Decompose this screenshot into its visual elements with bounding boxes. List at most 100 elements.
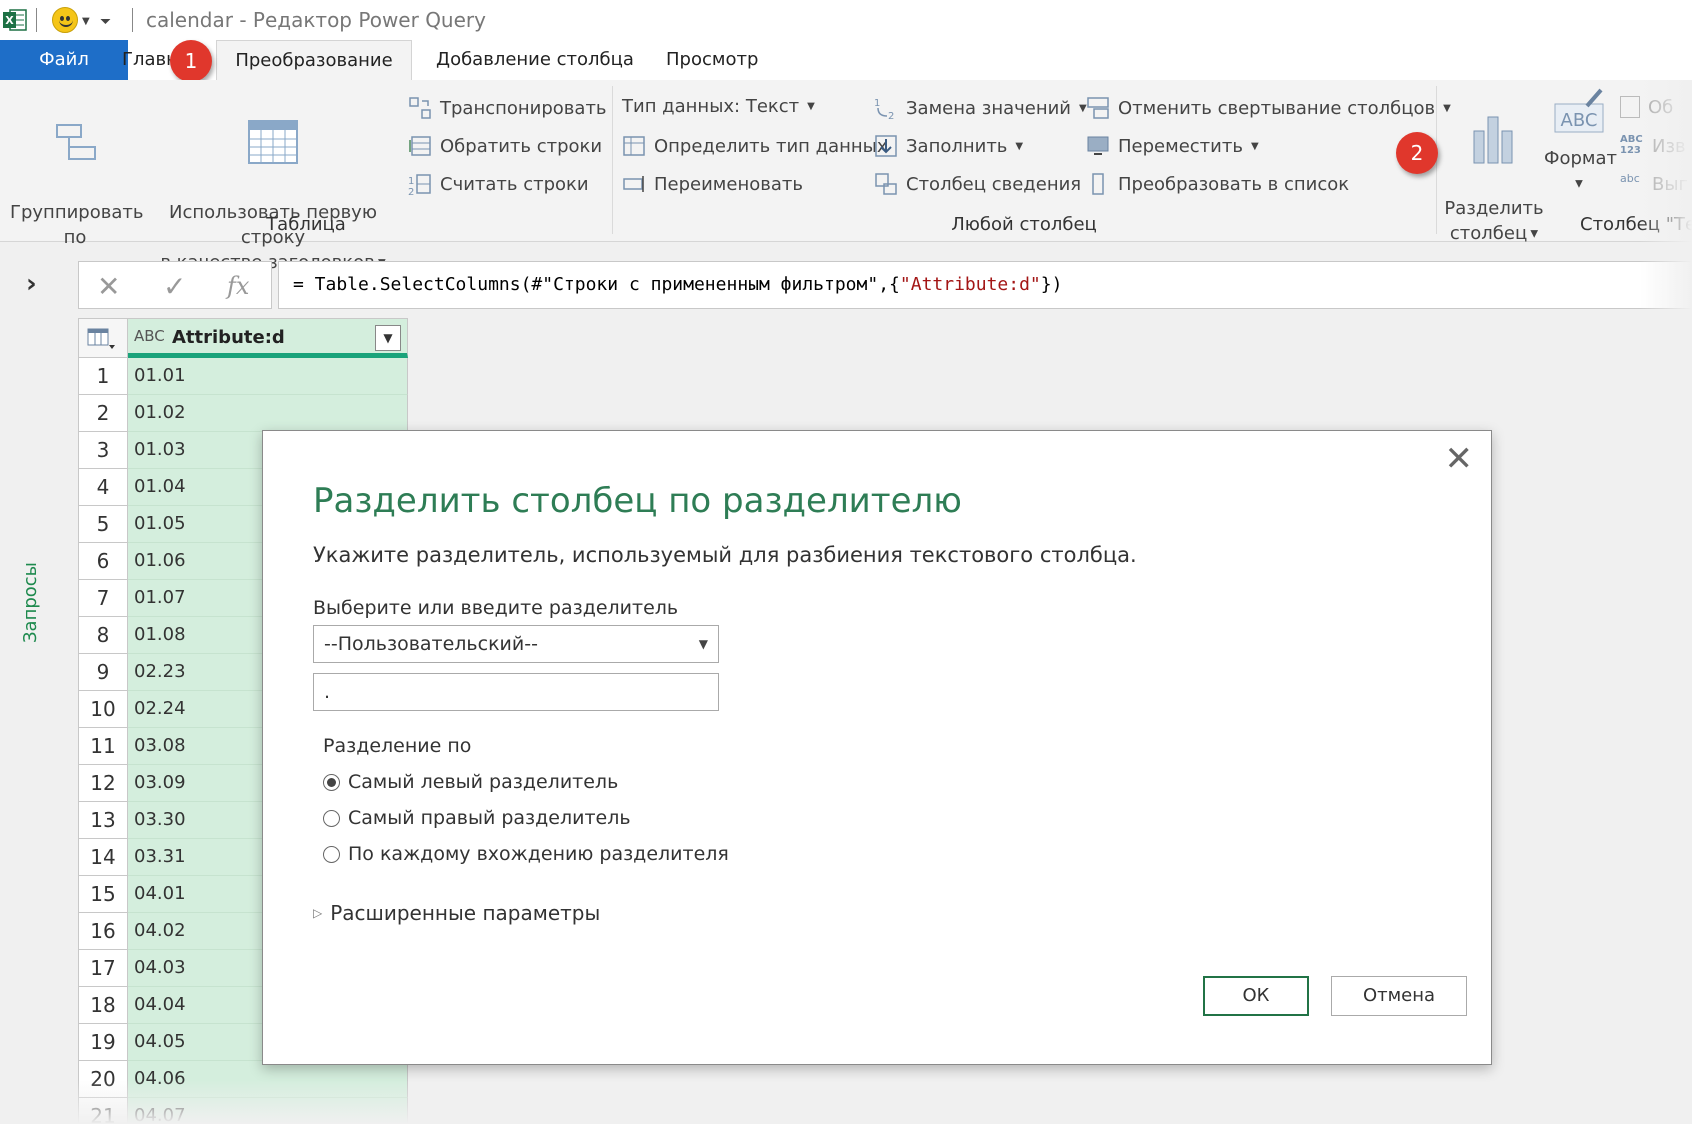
row-number[interactable]: 13	[78, 802, 128, 839]
chevron-down-icon: ▼	[698, 637, 708, 651]
count-rows-label: Считать строки	[440, 173, 589, 195]
radio-leftmost-label: Самый левый разделитель	[348, 771, 619, 793]
fill-label: Заполнить	[906, 135, 1008, 157]
row-number[interactable]: 14	[78, 839, 128, 876]
step-badge-2: 2	[1396, 132, 1438, 174]
row-number[interactable]: 17	[78, 950, 128, 987]
to-list-button[interactable]: Преобразовать в список	[1086, 172, 1349, 196]
custom-delimiter-input[interactable]: .	[313, 673, 719, 711]
format-label: Формат	[1544, 148, 1618, 169]
queries-pane: › Запросы	[0, 243, 72, 1124]
unpivot-button[interactable]: Отменить свертывание столбцов ▼	[1086, 96, 1451, 120]
row-number[interactable]: 2	[78, 395, 128, 432]
text-type-icon[interactable]: ABC	[134, 327, 165, 345]
radio-leftmost[interactable]: Самый левый разделитель	[323, 771, 618, 793]
row-number[interactable]: 5	[78, 506, 128, 543]
move-button[interactable]: Переместить ▼	[1086, 134, 1259, 158]
title-separator	[132, 8, 133, 32]
row-number[interactable]: 12	[78, 765, 128, 802]
svg-text:ABC: ABC	[1561, 110, 1598, 131]
parse-label: Выг	[1652, 173, 1689, 195]
reverse-rows-button[interactable]: Обратить строки	[408, 134, 602, 158]
row-number[interactable]: 10	[78, 691, 128, 728]
tab-view[interactable]: Просмотр	[666, 40, 758, 80]
row-number[interactable]: 6	[78, 543, 128, 580]
cell-value[interactable]: 01.02	[128, 395, 408, 432]
cancel-button[interactable]: Отмена	[1331, 976, 1467, 1016]
grid-fade	[70, 1080, 430, 1124]
row-number[interactable]: 18	[78, 987, 128, 1024]
radio-rightmost[interactable]: Самый правый разделитель	[323, 807, 631, 829]
column-filter-dropdown[interactable]: ▼	[375, 325, 401, 351]
radio-button[interactable]	[323, 845, 340, 863]
close-icon[interactable]: ✕	[1445, 439, 1474, 479]
detect-type-button[interactable]: Определить тип данных	[622, 134, 888, 158]
queries-pane-label[interactable]: Запросы	[20, 562, 41, 643]
ribbon-tabs: Файл Главн Преобразование Добавление сто…	[0, 40, 1692, 80]
format-button[interactable]: ABC Формат ▼	[1544, 84, 1618, 197]
window-title: calendar - Редактор Power Query	[146, 8, 486, 32]
cancel-formula-icon[interactable]: ✕	[97, 270, 120, 303]
to-list-icon	[1092, 173, 1104, 195]
parse-button[interactable]: abc Выг	[1620, 172, 1688, 196]
delimiter-select[interactable]: --Пользовательский-- ▼	[313, 625, 719, 663]
radio-button[interactable]	[323, 773, 340, 791]
title-separator	[36, 8, 37, 32]
row-number[interactable]: 11	[78, 728, 128, 765]
row-number[interactable]: 19	[78, 1024, 128, 1061]
column-header-attribute[interactable]: ABC Attribute:d ▼	[128, 318, 408, 358]
pivot-column-button[interactable]: Столбец сведения	[874, 172, 1081, 196]
fill-down-icon	[875, 135, 897, 157]
excel-icon[interactable]: X	[2, 8, 28, 32]
data-type-dropdown[interactable]: Тип данных: Текст ▼	[622, 96, 815, 117]
fill-button[interactable]: Заполнить ▼	[874, 134, 1023, 158]
format-abc-icon: ABC	[1554, 88, 1604, 133]
formula-column: "Attribute:d"	[899, 274, 1041, 295]
tab-file[interactable]: Файл	[0, 40, 128, 80]
confirm-formula-icon[interactable]: ✓	[163, 270, 186, 303]
row-number[interactable]: 16	[78, 913, 128, 950]
detect-type-icon	[623, 136, 645, 156]
step-badge-1: 1	[170, 40, 212, 82]
row-number[interactable]: 15	[78, 876, 128, 913]
transpose-label: Транспонировать	[440, 97, 607, 119]
table-row[interactable]: 1 01.01	[78, 358, 408, 395]
delimiter-value: --Пользовательский--	[324, 633, 538, 655]
ok-button[interactable]: ОК	[1203, 976, 1309, 1016]
tab-add-column[interactable]: Добавление столбца	[436, 40, 634, 80]
advanced-options-toggle[interactable]: ▷ Расширенные параметры	[313, 901, 600, 925]
row-number[interactable]: 3	[78, 432, 128, 469]
fx-icon[interactable]: fx	[227, 272, 249, 300]
table-row[interactable]: 2 01.02	[78, 395, 408, 432]
rename-button[interactable]: Переименовать	[622, 172, 803, 196]
row-number[interactable]: 8	[78, 617, 128, 654]
expand-chevron-icon[interactable]: ›	[26, 269, 37, 299]
row-number[interactable]: 9	[78, 654, 128, 691]
formula-buttons: ✕ ✓ fx	[78, 261, 272, 309]
row-number[interactable]: 4	[78, 469, 128, 506]
tab-transform[interactable]: Преобразование	[216, 40, 412, 80]
transpose-button[interactable]: Транспонировать	[408, 96, 607, 120]
merge-columns-button[interactable]: Об	[1620, 96, 1673, 118]
grid-header: ABC Attribute:d ▼	[78, 318, 408, 358]
count-rows-button[interactable]: 12 Считать строки	[408, 172, 589, 197]
cell-value[interactable]: 01.01	[128, 358, 408, 395]
extract-label: Изв	[1652, 135, 1686, 157]
svg-text:X: X	[5, 14, 14, 27]
replace-values-button[interactable]: 12 Замена значений ▼	[874, 96, 1087, 121]
radio-each-occurrence[interactable]: По каждому вхождению разделителя	[323, 843, 729, 865]
unpivot-icon	[1087, 97, 1109, 119]
smiley-icon[interactable]	[52, 7, 78, 33]
row-number[interactable]: 7	[78, 580, 128, 617]
customize-qat-icon[interactable]: ⏷	[100, 14, 111, 30]
to-list-label: Преобразовать в список	[1118, 173, 1350, 195]
row-number[interactable]: 1	[78, 358, 128, 395]
chevron-down-icon[interactable]: ▼	[82, 16, 90, 27]
use-first-row-button[interactable]: Использовать первую строку в качестве за…	[138, 94, 408, 276]
formula-input[interactable]: = Table.SelectColumns(#"Строки с примене…	[278, 261, 1692, 309]
formula-mid: ,{	[878, 274, 900, 295]
radio-button[interactable]	[323, 809, 340, 827]
extract-button[interactable]: ABC 123 Изв	[1620, 134, 1686, 158]
table-menu-button[interactable]	[78, 318, 128, 358]
split-column-button[interactable]: Разделить столбец ▼	[1444, 84, 1544, 247]
